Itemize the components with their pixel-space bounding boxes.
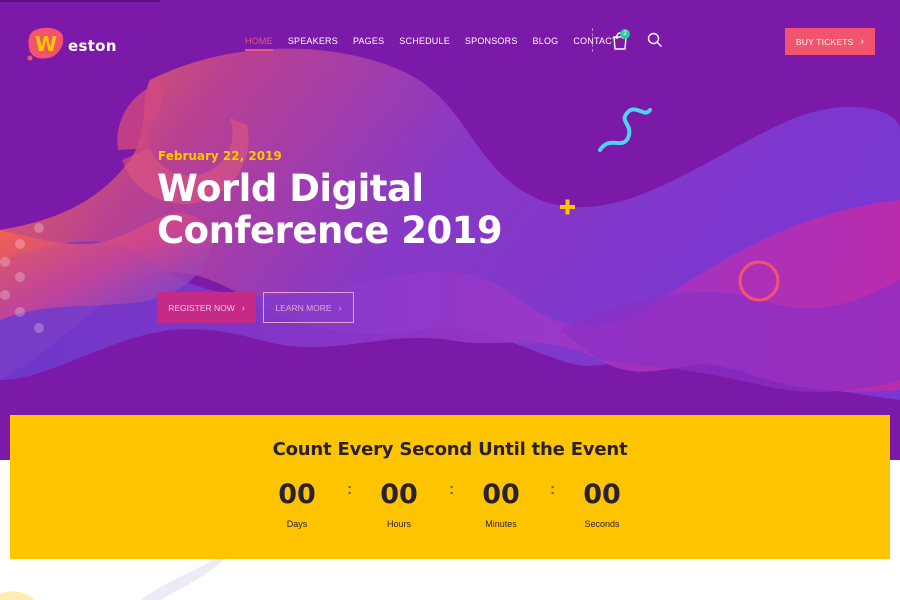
search-icon <box>647 32 662 47</box>
countdown-seconds-label: Seconds <box>584 519 620 529</box>
nav-contact[interactable]: CONTACT <box>573 36 617 46</box>
countdown-days-value: 00 <box>278 479 316 510</box>
countdown-section: Count Every Second Until the Event 00 Da… <box>10 415 890 559</box>
buy-tickets-label: BUY TICKETS <box>795 36 854 47</box>
buy-tickets-button[interactable]: BUY TICKETS › <box>785 28 875 55</box>
hero-title: World Digital Conference 2019 <box>157 168 577 252</box>
register-now-label: REGISTER NOW <box>168 302 235 313</box>
bottom-decoration <box>0 559 225 600</box>
chevron-right-icon: › <box>338 302 342 313</box>
countdown-hours: 00 Hours <box>359 477 439 529</box>
countdown-days-label: Days <box>286 519 308 529</box>
chevron-right-icon: › <box>241 302 245 313</box>
cart-count-badge: 2 <box>620 29 630 39</box>
cart-button[interactable]: 2 <box>612 29 630 50</box>
logo-text: eston <box>68 36 117 55</box>
site-logo[interactable]: W eston <box>26 26 117 62</box>
top-accent-line <box>0 0 160 2</box>
countdown-separator: : <box>347 481 353 498</box>
main-nav: HOME SPEAKERS PAGES SCHEDULE SPONSORS BL… <box>245 36 633 51</box>
nav-pages[interactable]: PAGES <box>353 36 384 46</box>
nav-divider <box>592 28 594 52</box>
register-now-button[interactable]: REGISTER NOW › <box>157 292 256 323</box>
countdown-hours-label: Hours <box>386 519 411 529</box>
chevron-right-icon: › <box>860 36 865 47</box>
countdown-days: 00 Days <box>257 477 337 529</box>
learn-more-button[interactable]: LEARN MORE › <box>263 292 354 323</box>
countdown-separator: : <box>550 481 556 498</box>
countdown-minutes-label: Minutes <box>485 519 517 529</box>
nav-schedule[interactable]: SCHEDULE <box>399 36 450 46</box>
nav-blog[interactable]: BLOG <box>533 36 559 46</box>
hero-section: W eston HOME SPEAKERS PAGES SCHEDULE SPO… <box>0 0 900 460</box>
countdown-minutes: 00 Minutes <box>461 477 541 529</box>
hero-title-line-1: World Digital <box>157 167 424 210</box>
countdown-minutes-value: 00 <box>482 479 520 510</box>
nav-home[interactable]: HOME <box>245 36 273 51</box>
search-button[interactable] <box>647 32 663 48</box>
countdown-title: Count Every Second Until the Event <box>272 439 628 460</box>
countdown-hours-value: 00 <box>380 479 418 510</box>
countdown-seconds: 00 Seconds <box>562 477 642 529</box>
logo-letter: W <box>35 32 57 56</box>
event-date: February 22, 2019 <box>158 149 282 163</box>
nav-speakers[interactable]: SPEAKERS <box>288 36 338 46</box>
learn-more-label: LEARN MORE <box>275 302 332 313</box>
countdown-separator: : <box>449 481 455 498</box>
countdown-seconds-value: 00 <box>583 479 621 510</box>
logo-w-mark: W <box>27 27 64 61</box>
hero-title-line-2: Conference 2019 <box>157 209 503 252</box>
nav-sponsors[interactable]: SPONSORS <box>465 36 518 46</box>
